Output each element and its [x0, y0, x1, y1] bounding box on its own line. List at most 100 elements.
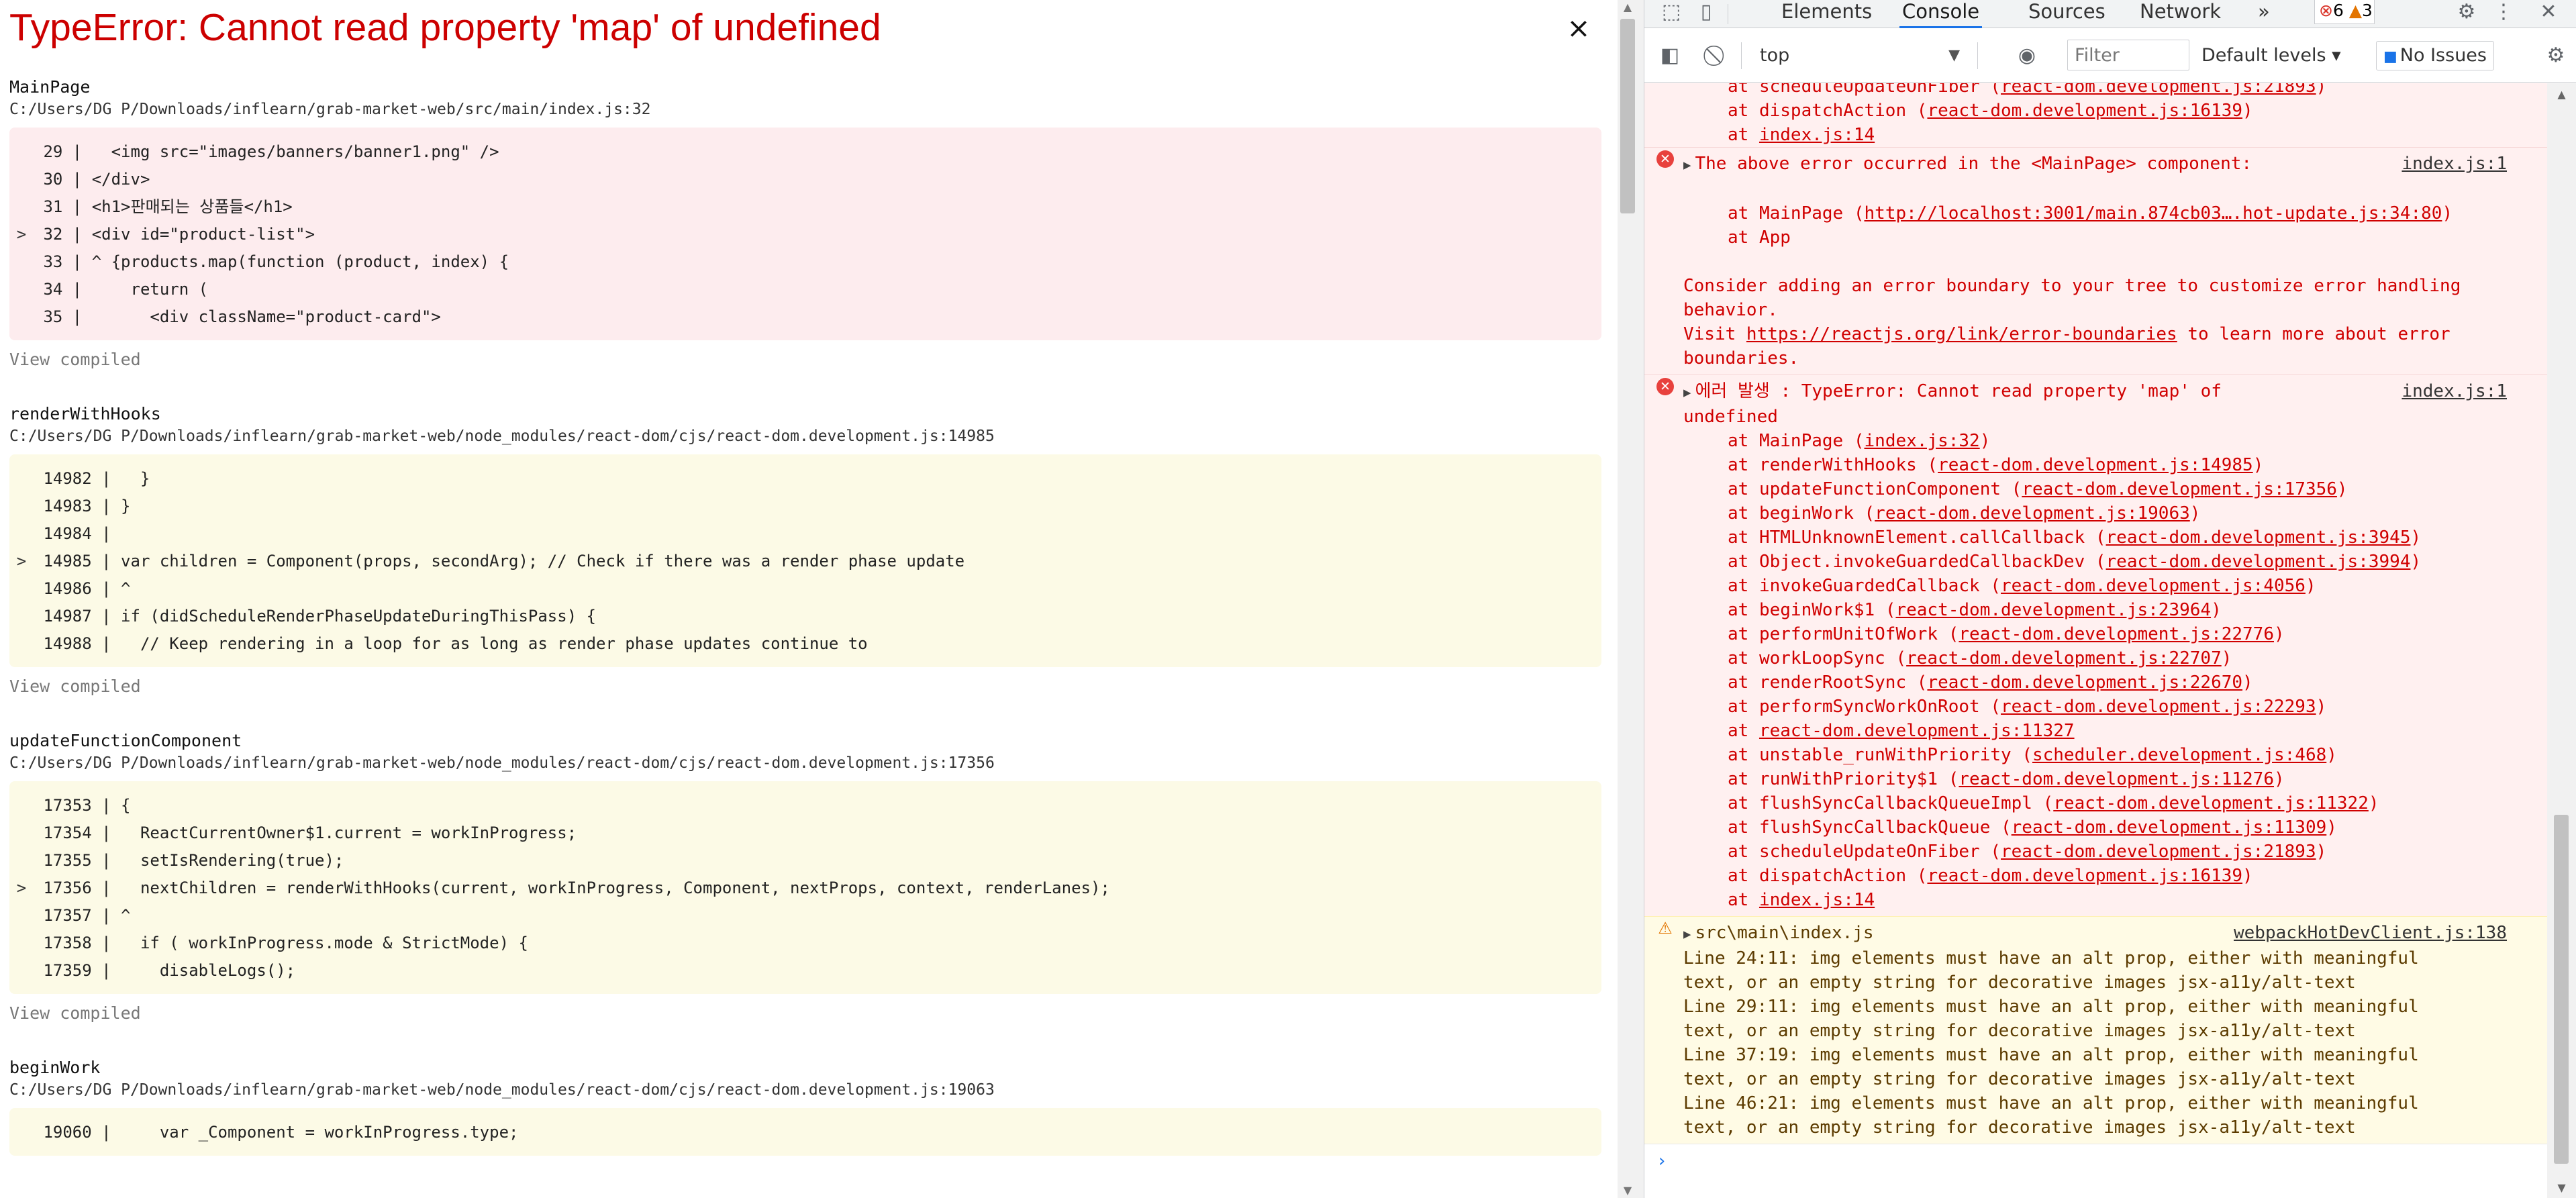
stack-source-link[interactable]: react-dom.development.js:16139 [1927, 101, 2242, 121]
toolbar-divider [1741, 42, 1742, 69]
code-line: 14984 | [9, 520, 1589, 548]
expand-triangle-icon[interactable]: ▶ [1683, 385, 1691, 400]
stack-function-name: renderRootSync [1758, 672, 1917, 693]
tab-network[interactable]: Network [2137, 0, 2224, 28]
tab-console[interactable]: Console [1899, 0, 1983, 28]
message-text-continued: undefined [1683, 407, 1778, 427]
expand-triangle-icon[interactable]: ▶ [1683, 927, 1691, 942]
stack-source-link[interactable]: react-dom.development.js:17356 [2022, 479, 2337, 499]
message-source-link[interactable]: index.js:1 [2401, 379, 2507, 403]
stack-at: at [1728, 125, 1759, 145]
code-text: 34 | return ( [34, 280, 209, 299]
frame-function-name: beginWork [9, 1058, 101, 1077]
sidebar-toggle-icon[interactable]: ◧ [1656, 42, 1683, 69]
message-text: The above error occurred in the <MainPag… [1695, 154, 2252, 174]
frame-file-path[interactable]: C:/Users/DG P/Downloads/inflearn/grab-ma… [9, 99, 1601, 119]
frame-file-path[interactable]: C:/Users/DG P/Downloads/inflearn/grab-ma… [9, 753, 1601, 773]
kebab-icon[interactable]: ⋮ [2490, 0, 2517, 27]
clear-console-icon[interactable]: ⃠ [1705, 42, 1732, 69]
stack-source-link[interactable]: react-dom.development.js:21893 [2001, 83, 2316, 97]
filter-input[interactable] [2067, 40, 2189, 70]
gear-icon[interactable]: ⚙ [2450, 0, 2483, 27]
code-text: 14986 | ^ [34, 579, 131, 598]
scroll-up-arrow-icon[interactable]: ▲ [2547, 85, 2576, 105]
stack-source-link[interactable]: react-dom.development.js:21893 [2001, 842, 2316, 862]
issues-button[interactable]: ■ No Issues [2376, 41, 2494, 70]
stack-source-link[interactable]: react-dom.development.js:3945 [2106, 528, 2411, 548]
stack-source-link[interactable]: react-dom.development.js:19063 [1875, 503, 2190, 523]
stack-source-link[interactable]: react-dom.development.js:22293 [2001, 697, 2316, 717]
stack-source-link[interactable]: react-dom.development.js:14985 [1938, 455, 2253, 475]
stack-source-link[interactable]: react-dom.development.js:22776 [1959, 624, 2274, 644]
stack-source-link[interactable]: react-dom.development.js:22670 [1927, 672, 2242, 693]
code-line: 33 | ^ {products.map(function (product, … [9, 248, 1589, 276]
message-line: behavior. [1683, 300, 1778, 320]
chevron-down-icon: ▼ [1948, 47, 1960, 64]
expand-triangle-icon[interactable]: ▶ [1683, 158, 1691, 172]
line-marker: > [16, 225, 27, 244]
close-icon[interactable]: ✕ [2532, 0, 2565, 27]
stack-function-name: workLoopSync [1758, 648, 1896, 668]
stack-source-link[interactable]: react-dom.development.js:3994 [2106, 552, 2411, 572]
stack-source-link[interactable]: react-dom.development.js:23964 [1895, 600, 2211, 620]
eye-icon[interactable]: ◉ [2014, 42, 2040, 69]
stack-source-link[interactable]: react-dom.development.js:4056 [2001, 576, 2306, 596]
stack-source-link[interactable]: react-dom.development.js:16139 [1927, 866, 2242, 886]
page-scrollbar-thumb[interactable] [1620, 19, 1635, 213]
stack-at: at [1728, 479, 1759, 499]
stack-trace-line: at flushSyncCallbackQueueImpl (react-dom… [1728, 793, 2379, 813]
scroll-up-arrow-icon[interactable]: ▲ [1618, 0, 1638, 15]
message-source-link[interactable]: webpackHotDevClient.js:138 [2234, 921, 2507, 945]
message-source-link[interactable]: index.js:1 [2401, 152, 2507, 176]
close-overlay-button[interactable]: × [1563, 12, 1595, 44]
stack-source-link[interactable]: scheduler.development.js:468 [2032, 745, 2326, 765]
stack-trace-line: at index.js:14 [1683, 888, 2531, 912]
view-compiled-link[interactable]: View compiled [9, 677, 1601, 696]
stack-source-link[interactable]: react-dom.development.js:11322 [2053, 793, 2369, 813]
devtools-tabbar: ⬚ ▯ Elements Console Sources Network » ⊗… [1644, 0, 2576, 28]
console-scrollbar-thumb[interactable] [2554, 815, 2569, 1164]
stack-source-link[interactable]: react-dom.development.js:11276 [1959, 769, 2274, 789]
devtools-resize-divider[interactable] [1638, 0, 1644, 1198]
more-tabs-button[interactable]: » [2255, 0, 2273, 28]
scroll-down-arrow-icon[interactable]: ▼ [2547, 1178, 2576, 1198]
stack-source-link[interactable]: http://localhost:3001/main.874cb03….hot-… [1865, 203, 2442, 223]
stack-source-link[interactable]: react-dom.development.js:11327 [1759, 721, 2075, 741]
stack-frame: renderWithHooks C:/Users/DG P/Downloads/i… [9, 402, 1601, 696]
stack-frames: MainPage C:/Users/DG P/Downloads/inflearn… [9, 75, 1601, 1189]
stack-source-link[interactable]: index.js:14 [1759, 125, 1875, 145]
code-text: 32 | <div id="product-list"> [34, 225, 315, 244]
issue-counts-badge[interactable]: ⊗6 ▲3 [2314, 0, 2375, 24]
docs-link[interactable]: https://reactjs.org/link/error-boundarie… [1746, 324, 2177, 344]
console-prompt[interactable]: › [1644, 1144, 2547, 1177]
frame-file-path[interactable]: C:/Users/DG P/Downloads/inflearn/grab-ma… [9, 426, 1601, 446]
code-line: 17353 | { [9, 792, 1589, 819]
code-text: 17359 | disableLogs(); [34, 961, 296, 980]
console-settings-gear-icon[interactable]: ⚙ [2542, 42, 2569, 69]
view-compiled-link[interactable]: View compiled [9, 1003, 1601, 1023]
context-select[interactable]: top ▼ [1757, 41, 1965, 70]
stack-source-link[interactable]: react-dom.development.js:11309 [2012, 817, 2327, 838]
message-line: Visit https://reactjs.org/link/error-bou… [1683, 322, 2531, 346]
inspect-icon[interactable]: ⬚ [1658, 0, 1685, 27]
device-toolbar-icon[interactable]: ▯ [1693, 0, 1720, 27]
code-line: 14988 | // Keep rendering in a loop for … [9, 630, 1589, 658]
stack-source-link[interactable]: index.js:14 [1759, 890, 1875, 910]
code-text: 31 | <h1>판매되는 상품들</h1> [34, 197, 293, 216]
view-compiled-link[interactable]: View compiled [9, 350, 1601, 369]
message-text: Visit [1683, 324, 1746, 344]
scroll-down-arrow-icon[interactable]: ▼ [1618, 1183, 1638, 1198]
warning-icon: ⚠ [1658, 919, 1673, 938]
console-scrollbar[interactable]: ▲ ▼ [2547, 83, 2576, 1198]
code-text: 17358 | if ( workInProgress.mode & Stric… [34, 934, 528, 952]
log-levels-dropdown[interactable]: Default levels ▾ [2201, 41, 2341, 70]
tab-elements[interactable]: Elements [1779, 0, 1875, 28]
code-line: 14982 | } [9, 465, 1589, 493]
context-select-value: top [1760, 45, 1790, 66]
stack-source-link[interactable]: react-dom.development.js:22707 [1906, 648, 2222, 668]
code-snippet: 17353 | { 17354 | ReactCurrentOwner$1.cu… [9, 781, 1601, 994]
page-scrollbar[interactable]: ▲ ▼ [1618, 0, 1638, 1198]
tab-sources[interactable]: Sources [2026, 0, 2108, 28]
frame-file-path[interactable]: C:/Users/DG P/Downloads/inflearn/grab-ma… [9, 1080, 1601, 1100]
stack-source-link[interactable]: index.js:32 [1865, 431, 1980, 451]
